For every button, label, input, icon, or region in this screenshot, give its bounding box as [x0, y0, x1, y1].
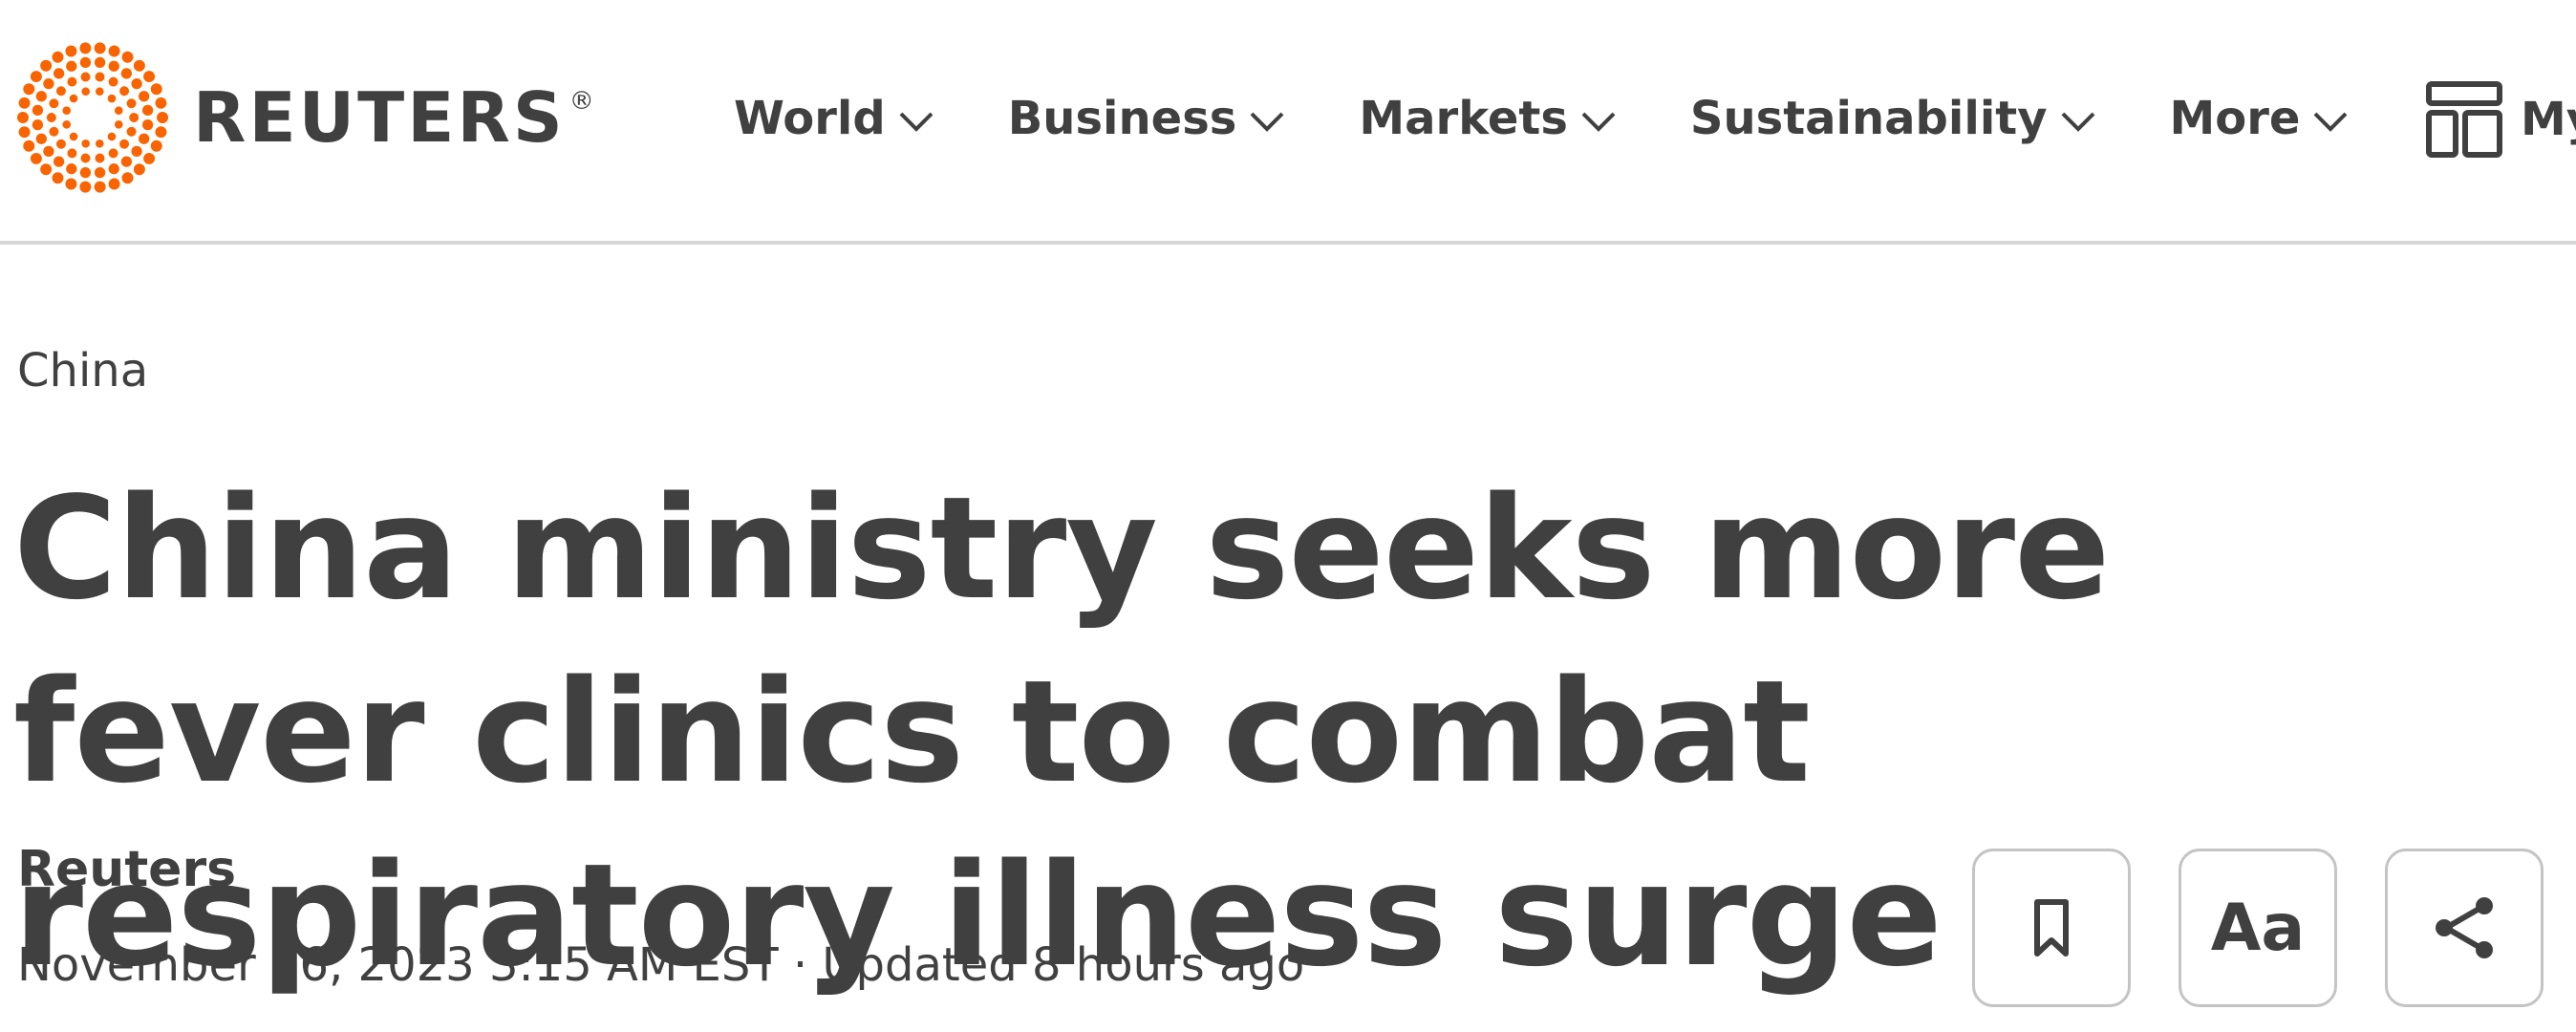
- registered-mark: ®: [569, 87, 597, 116]
- nav-more-label: More: [2169, 92, 2301, 145]
- reuters-logo[interactable]: REUTERS ®: [13, 38, 597, 197]
- chevron-down-icon: [2314, 112, 2348, 132]
- nav-markets-label: Markets: [1359, 92, 1568, 145]
- nav-more[interactable]: More: [2170, 92, 2351, 145]
- my-news-link[interactable]: My News: [2423, 78, 2576, 161]
- nav-sustainability-label: Sustainability: [1689, 92, 2048, 145]
- article-dateline: November 26, 2023 3:15 AM EST · Updated …: [17, 938, 1305, 992]
- chevron-down-icon: [2061, 112, 2094, 132]
- text-size-button[interactable]: Aa: [2179, 849, 2337, 1007]
- my-news-label: My News: [2521, 93, 2576, 146]
- share-button[interactable]: [2385, 849, 2544, 1007]
- text-size-label: Aa: [2210, 890, 2306, 966]
- bookmark-button[interactable]: [1972, 849, 2131, 1007]
- section-link[interactable]: China: [17, 344, 148, 398]
- brand-wordmark: REUTERS ®: [193, 77, 597, 158]
- article-actions: Aa: [1972, 849, 2544, 1007]
- chevron-down-icon: [1250, 112, 1284, 132]
- nav-world-label: World: [734, 92, 886, 145]
- main-nav: World Business Markets Sustainability Mo…: [734, 92, 2350, 145]
- nav-world[interactable]: World: [734, 92, 935, 145]
- chevron-down-icon: [1581, 112, 1616, 132]
- nav-sustainability[interactable]: Sustainability: [1690, 92, 2097, 145]
- share-icon: [2436, 897, 2493, 958]
- layout-grid-icon: [2426, 81, 2502, 158]
- nav-markets[interactable]: Markets: [1359, 92, 1618, 145]
- site-header: REUTERS ® World Business Markets Sustaina…: [0, 0, 2576, 245]
- nav-business[interactable]: Business: [1008, 92, 1287, 145]
- reuters-logo-icon: [16, 42, 169, 193]
- nav-business-label: Business: [1007, 92, 1237, 145]
- chevron-down-icon: [899, 112, 934, 132]
- page: REUTERS ® World Business Markets Sustaina…: [0, 0, 2576, 1032]
- article-byline: Reuters: [17, 841, 237, 898]
- bookmark-icon: [2034, 899, 2069, 957]
